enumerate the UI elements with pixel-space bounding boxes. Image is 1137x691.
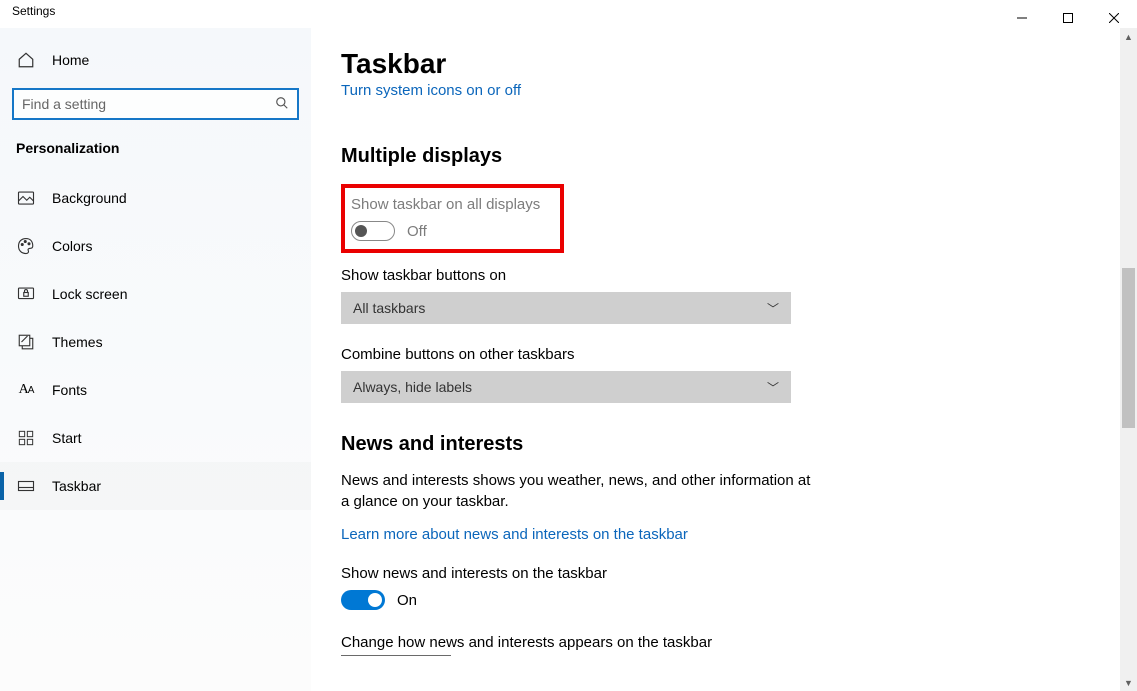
sidebar-item-fonts[interactable]: AA Fonts: [0, 366, 311, 414]
nav-home-label: Home: [52, 52, 89, 68]
sidebar: Home Personalization Background: [0, 28, 311, 691]
sidebar-item-start[interactable]: Start: [0, 414, 311, 462]
label-show-taskbar-all: Show taskbar on all displays: [351, 196, 540, 213]
label-show-news: Show news and interests on the taskbar: [341, 565, 1090, 582]
sidebar-item-taskbar[interactable]: Taskbar: [0, 462, 311, 510]
dropdown-value: All taskbars: [353, 300, 425, 316]
sidebar-item-themes[interactable]: Themes: [0, 318, 311, 366]
dropdown-value: Always, hide labels: [353, 379, 472, 395]
window-title: Settings: [0, 4, 55, 18]
heading-multiple-displays: Multiple displays: [341, 145, 1090, 168]
scroll-up-button[interactable]: ▲: [1120, 28, 1137, 45]
sidebar-item-label: Fonts: [52, 382, 87, 398]
sidebar-item-label: Taskbar: [52, 478, 101, 494]
toggle-state-text: On: [397, 592, 417, 609]
sidebar-item-label: Colors: [52, 238, 92, 254]
highlighted-setting: Show taskbar on all displays Off: [341, 184, 564, 253]
chevron-down-icon: ﹀: [767, 300, 779, 317]
news-description: News and interests shows you weather, ne…: [341, 470, 821, 512]
lockscreen-icon: [16, 284, 36, 304]
home-icon: [16, 50, 36, 70]
page-title: Taskbar: [341, 48, 1090, 80]
toggle-show-news[interactable]: [341, 590, 385, 610]
colors-icon: [16, 236, 36, 256]
sidebar-item-label: Start: [52, 430, 82, 446]
taskbar-icon: [16, 476, 36, 496]
themes-icon: [16, 332, 36, 352]
toggle-show-taskbar-all[interactable]: [351, 221, 395, 241]
search-box[interactable]: [12, 88, 299, 120]
toggle-state-text: Off: [407, 223, 427, 240]
sidebar-item-colors[interactable]: Colors: [0, 222, 311, 270]
start-icon: [16, 428, 36, 448]
sidebar-item-background[interactable]: Background: [0, 174, 311, 222]
search-icon: [275, 96, 289, 113]
link-system-icons[interactable]: Turn system icons on or off: [341, 82, 521, 99]
main-content: Taskbar Turn system icons on or off Mult…: [311, 28, 1120, 691]
scroll-down-button[interactable]: ▼: [1120, 674, 1137, 691]
background-icon: [16, 188, 36, 208]
dropdown-combine-other[interactable]: Always, hide labels ﹀: [341, 371, 791, 403]
scrollbar[interactable]: ▲ ▼: [1120, 28, 1137, 691]
fonts-icon: AA: [16, 380, 36, 400]
scroll-thumb[interactable]: [1122, 268, 1135, 428]
titlebar: Settings: [0, 0, 1137, 28]
sidebar-item-lockscreen[interactable]: Lock screen: [0, 270, 311, 318]
label-show-buttons-on: Show taskbar buttons on: [341, 267, 1090, 284]
heading-news-interests: News and interests: [341, 433, 1090, 456]
sidebar-item-label: Lock screen: [52, 286, 127, 302]
sidebar-section-header: Personalization: [0, 134, 311, 174]
label-change-news-appearance: Change how news and interests appears on…: [341, 634, 1090, 651]
chevron-down-icon: ﹀: [767, 379, 779, 396]
link-learn-more-news[interactable]: Learn more about news and interests on t…: [341, 526, 688, 543]
sidebar-item-label: Background: [52, 190, 127, 206]
search-input[interactable]: [22, 96, 275, 112]
sidebar-item-label: Themes: [52, 334, 103, 350]
dropdown-show-buttons-on[interactable]: All taskbars ﹀: [341, 292, 791, 324]
dropdown-change-news-appearance[interactable]: [341, 655, 451, 656]
label-combine-other: Combine buttons on other taskbars: [341, 346, 1090, 363]
nav-home[interactable]: Home: [0, 40, 311, 80]
